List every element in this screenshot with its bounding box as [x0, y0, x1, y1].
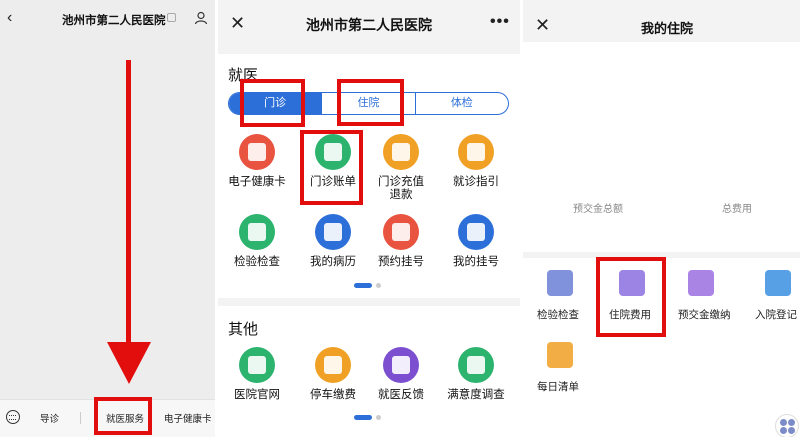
- floating-menu-icon[interactable]: [775, 414, 799, 437]
- p3-title: 我的住院: [641, 21, 694, 36]
- icon-glyph: [467, 356, 485, 374]
- service-tile[interactable]: 检验检查: [224, 214, 290, 269]
- tile-label: 检验检查: [234, 256, 280, 268]
- parking-icon: [315, 347, 351, 383]
- page-indicator: [354, 415, 384, 420]
- section-title-other: 其他: [228, 321, 259, 338]
- tile-label: 医院官网: [234, 389, 280, 401]
- keyboard-icon[interactable]: [6, 410, 20, 424]
- icon-glyph: [467, 143, 485, 161]
- icon-glyph: [467, 223, 485, 241]
- register-icon[interactable]: [765, 270, 791, 296]
- page-dot-active: [354, 415, 372, 420]
- menu-health-card[interactable]: 电子健康卡: [164, 411, 212, 425]
- yuan-icon: [383, 134, 419, 170]
- page-dot: [376, 283, 381, 288]
- service-label[interactable]: 预交金缴纳: [678, 307, 731, 322]
- highlight-box: [94, 397, 152, 435]
- survey-icon: [458, 347, 494, 383]
- p3-navbar: ✕ 我的住院: [523, 0, 800, 42]
- tab-checkup[interactable]: 体检: [414, 93, 508, 114]
- record-icon: [315, 214, 351, 250]
- highlight-box: [596, 257, 666, 337]
- menu-guide[interactable]: 导诊: [40, 411, 59, 425]
- tile-label: 门诊充值退款: [378, 176, 424, 201]
- back-button[interactable]: ‹: [7, 9, 12, 27]
- wechat-chat-panel: ‹ 池州市第二人民医院 导诊 就医服务 电子健康卡: [0, 0, 215, 437]
- card-icon: [239, 134, 275, 170]
- service-tile[interactable]: 就医反馈: [368, 347, 434, 402]
- tile-label: 就医反馈: [378, 389, 424, 401]
- page-dot: [376, 415, 381, 420]
- page-indicator: [354, 283, 384, 288]
- register-icon: [458, 214, 494, 250]
- close-button[interactable]: ✕: [535, 16, 550, 34]
- tile-label: 满意度调查: [447, 389, 505, 401]
- close-button[interactable]: ✕: [230, 14, 245, 32]
- calendar-icon: [383, 214, 419, 250]
- feedback-icon: [383, 347, 419, 383]
- service-label[interactable]: 入院登记: [755, 307, 797, 322]
- tile-label: 我的挂号: [453, 256, 499, 268]
- icon-glyph: [324, 356, 342, 374]
- chart-icon[interactable]: [547, 270, 573, 296]
- tile-label: 预约挂号: [378, 256, 424, 268]
- tile-label: 就诊指引: [453, 176, 499, 188]
- wallet-icon[interactable]: [688, 270, 714, 296]
- service-tile[interactable]: 停车缴费: [300, 347, 366, 402]
- service-tile[interactable]: 我的挂号: [443, 214, 509, 269]
- test-icon: [239, 214, 275, 250]
- icon-glyph: [324, 223, 342, 241]
- service-tile[interactable]: 预约挂号: [368, 214, 434, 269]
- p1-title: 池州市第二人民医院: [62, 15, 166, 27]
- service-tile[interactable]: 门诊充值退款: [368, 134, 434, 202]
- red-arrow-shaft: [126, 60, 131, 350]
- red-arrow-head: [107, 342, 151, 384]
- service-tile[interactable]: 就诊指引: [443, 134, 509, 189]
- tile-label: 电子健康卡: [228, 176, 286, 188]
- highlight-box: [300, 130, 363, 205]
- deposit-total-label: 预交金总额: [573, 204, 623, 215]
- p2-title: 池州市第二人民医院: [306, 17, 432, 33]
- more-button[interactable]: •••: [490, 13, 510, 31]
- tile-label: 停车缴费: [310, 389, 356, 401]
- page-dot-active: [354, 283, 372, 288]
- icon-glyph: [248, 223, 266, 241]
- service-label[interactable]: 每日清单: [537, 379, 579, 394]
- user-icon[interactable]: [194, 11, 208, 25]
- inpatient-panel: ✕ 我的住院 预交金总额 总费用 检验检查 住院费用 预交金缴纳 入院登记 每日清单: [523, 0, 800, 437]
- list-icon[interactable]: [547, 342, 573, 368]
- highlight-box: [337, 79, 404, 126]
- menu-divider: [80, 412, 81, 424]
- service-tile[interactable]: 我的病历: [300, 214, 366, 269]
- guide-icon: [458, 134, 494, 170]
- tile-label: 我的病历: [310, 256, 356, 268]
- hospital-home-panel: ✕ 池州市第二人民医院 ••• 就医 门诊 住院 体检 电子健康卡 门诊账单 门诊充…: [218, 0, 520, 437]
- website-icon: [239, 347, 275, 383]
- service-tile[interactable]: 医院官网: [224, 347, 290, 402]
- icon-glyph: [392, 143, 410, 161]
- highlight-box: [240, 79, 305, 127]
- service-tile[interactable]: 满意度调查: [443, 347, 509, 402]
- service-label[interactable]: 检验检查: [537, 307, 579, 322]
- icon-glyph: [248, 356, 266, 374]
- cost-summary-card: 预交金总额 总费用: [523, 42, 800, 252]
- icon-glyph: [392, 223, 410, 241]
- service-tile[interactable]: 电子健康卡: [224, 134, 290, 189]
- total-cost-label: 总费用: [722, 204, 752, 215]
- copy-icon: [167, 13, 176, 22]
- p2-navbar: ✕ 池州市第二人民医院 •••: [218, 0, 520, 44]
- icon-glyph: [392, 356, 410, 374]
- p1-navbar: ‹ 池州市第二人民医院: [0, 0, 215, 40]
- icon-glyph: [248, 143, 266, 161]
